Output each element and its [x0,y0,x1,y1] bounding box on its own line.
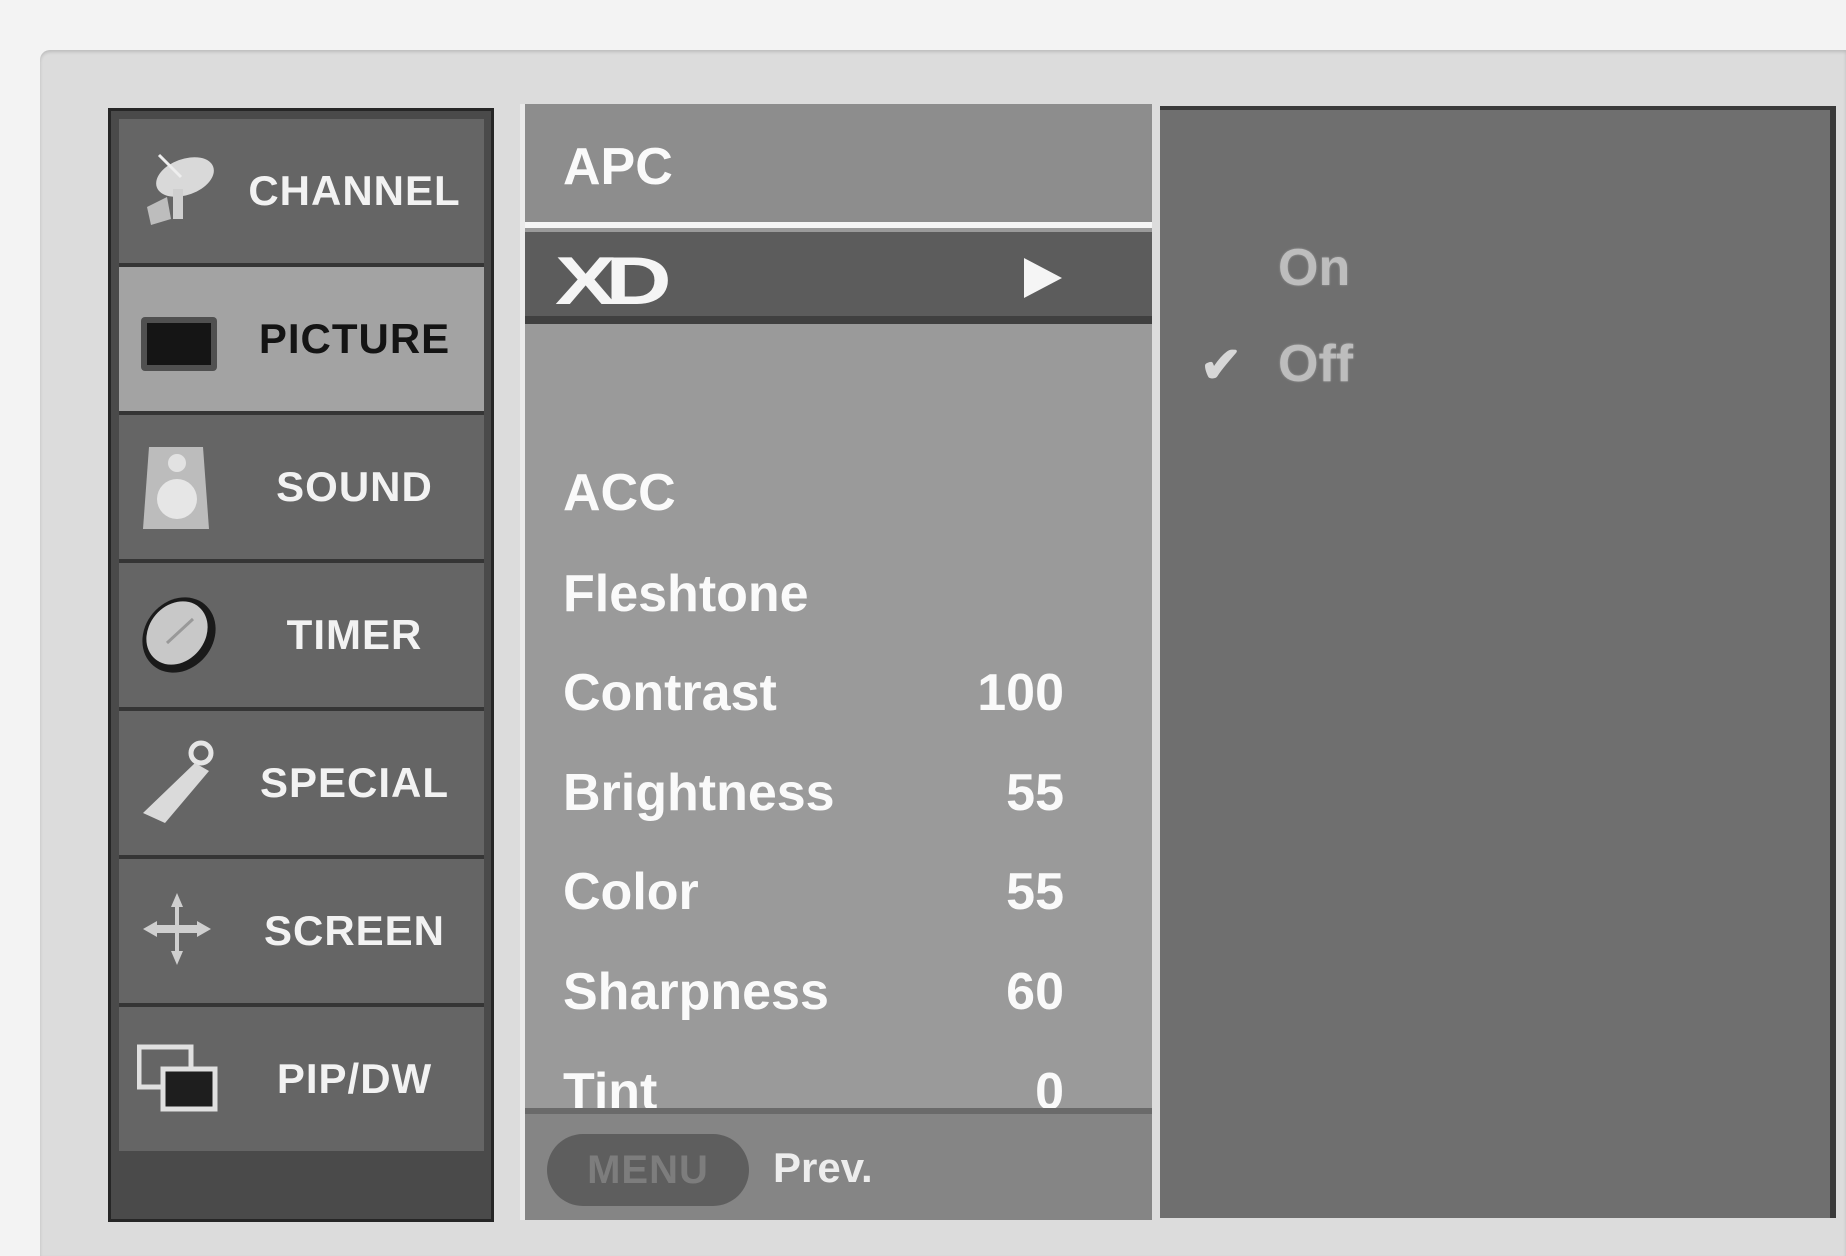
submenu-arrow-icon [1024,258,1062,298]
category-special[interactable]: SPECIAL [119,711,484,859]
item-value: 60 [1006,963,1064,1021]
menu-item-contrast[interactable]: Contrast 100 [525,644,1152,742]
speaker-icon [143,447,209,529]
item-value: 100 [977,664,1064,722]
item-label: Fleshtone [563,565,809,623]
category-label: SCREEN [263,907,446,954]
category-label: SPECIAL [259,759,450,806]
option-on[interactable]: On [1278,238,1350,298]
picture-submenu: APC XD ACC Fleshtone Contrast 100 Bright… [520,104,1152,1220]
xd-options-panel: On ✔ Off [1160,106,1836,1218]
satellite-dish-icon [147,153,214,225]
category-label: CHANNEL [248,167,461,214]
clock-icon [142,597,216,673]
key-tag-icon [143,740,214,823]
category-menu: CHANNEL PICTURE SOUND TIMER SPECIAL SCRE… [108,108,494,1222]
category-label: PICTURE [258,315,451,362]
menu-item-fleshtone[interactable]: Fleshtone [525,545,1152,643]
item-value: 55 [1006,863,1064,921]
menu-footer: MENU Prev. [525,1108,1152,1220]
category-timer[interactable]: TIMER [119,563,484,711]
menu-item-color[interactable]: Color 55 [525,843,1152,941]
apc-label: APC [563,138,673,196]
xd-logo: XD [555,243,672,319]
item-label: Sharpness [563,963,829,1021]
xd-item[interactable]: XD [525,232,1152,324]
tv-screen-icon [141,317,217,371]
category-sound[interactable]: SOUND [119,415,484,563]
item-label: ACC [563,464,676,522]
option-off[interactable]: Off [1278,334,1353,394]
category-channel[interactable]: CHANNEL [119,119,484,267]
menu-button[interactable]: MENU [547,1134,749,1206]
item-label: Brightness [563,764,835,822]
apc-item[interactable]: APC [525,104,1152,228]
pip-windows-icon [137,1044,218,1112]
menu-item-brightness[interactable]: Brightness 55 [525,744,1152,842]
prev-label: Prev. [773,1144,873,1191]
category-pip-dw[interactable]: PIP/DW [119,1007,484,1151]
move-arrows-icon [143,893,211,965]
item-value: 55 [1006,764,1064,822]
menu-item-acc[interactable]: ACC [525,444,1152,542]
item-label: Contrast [563,664,777,722]
menu-item-sharpness[interactable]: Sharpness 60 [525,943,1152,1041]
check-icon: ✔ [1200,337,1242,393]
category-label: SOUND [276,463,433,510]
category-screen[interactable]: SCREEN [119,859,484,1007]
item-label: Color [563,863,699,921]
apc-row: APC [525,118,1152,216]
category-label: PIP/DW [276,1055,433,1102]
category-picture[interactable]: PICTURE [119,267,484,415]
category-label: TIMER [286,611,423,658]
